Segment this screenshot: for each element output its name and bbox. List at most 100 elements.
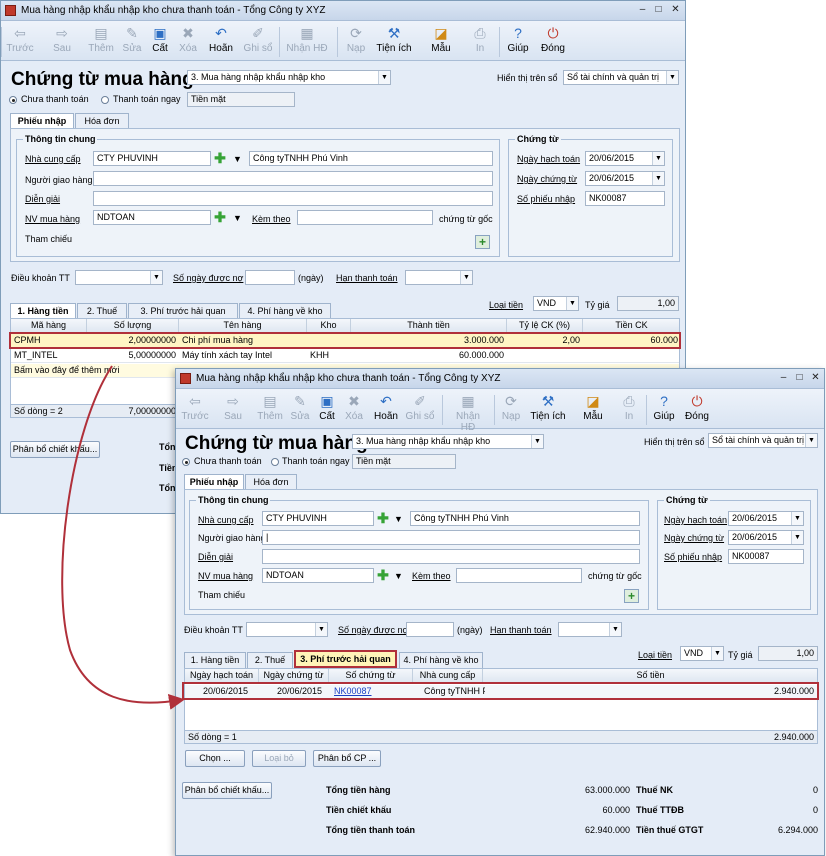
due-date-input[interactable]: ▼: [558, 622, 622, 637]
save-button[interactable]: ▣ Cất: [149, 23, 171, 54]
col-item-name[interactable]: Tên hàng: [179, 319, 307, 333]
save-button[interactable]: ▣ Cất: [316, 391, 338, 422]
tab-goods[interactable]: 1. Hàng tiền: [10, 303, 76, 319]
tab-customs-fee[interactable]: 3. Phí trước hải quan: [128, 303, 238, 319]
rate-input[interactable]: 1,00: [617, 296, 679, 311]
col-discount[interactable]: Tiền CK: [583, 319, 679, 333]
maximize-button[interactable]: □: [653, 4, 664, 15]
add-reference-button[interactable]: +: [624, 589, 639, 603]
supplier-name-input[interactable]: Công tyTNHH Phú Vinh: [249, 151, 493, 166]
help-button[interactable]: ? Giúp: [506, 23, 530, 54]
receive-invoice-button[interactable]: ▦ Nhận HĐ: [285, 23, 329, 54]
col-voucher-no[interactable]: Số chứng từ: [329, 669, 413, 683]
allocate-discount-button[interactable]: Phân bổ chiết khấu...: [182, 782, 272, 799]
accounting-date-input[interactable]: 20/06/2015 ▼: [728, 511, 804, 526]
supplier-code-input[interactable]: CTY PHUVINH: [262, 511, 374, 526]
minimize-button[interactable]: –: [778, 372, 789, 383]
terms-select[interactable]: ▼: [246, 622, 328, 637]
close-window-button[interactable]: ✕: [810, 372, 821, 383]
delete-button[interactable]: ✖ Xóa: [176, 23, 200, 54]
accounting-date-input[interactable]: 20/06/2015 ▼: [585, 151, 665, 166]
edit-button[interactable]: ✎ Sửa: [288, 391, 312, 422]
unpaid-radio[interactable]: [182, 458, 190, 466]
add-reference-button[interactable]: +: [475, 235, 490, 249]
tab-receipt[interactable]: Phiếu nhập: [10, 113, 74, 129]
table-row[interactable]: 20/06/2015 20/06/2015 NK00087 Công tyTNH…: [185, 685, 817, 699]
tab-invoice[interactable]: Hóa đơn: [75, 113, 129, 129]
description-input[interactable]: [93, 191, 493, 206]
voucher-link[interactable]: NK00087: [331, 685, 411, 699]
supplier-name-input[interactable]: Công tyTNHH Phú Vinh: [410, 511, 640, 526]
col-discount-rate[interactable]: Tỷ lệ CK (%): [507, 319, 583, 333]
attach-input[interactable]: [297, 210, 433, 225]
col-item-code[interactable]: Mã hàng: [11, 319, 87, 333]
prev-button[interactable]: ⇦ Trước: [180, 391, 210, 422]
delete-button[interactable]: ✖ Xóa: [342, 391, 366, 422]
utilities-button[interactable]: ⚒ Tiện ích: [530, 391, 566, 422]
receive-invoice-button[interactable]: ▦ Nhận HĐ: [448, 391, 488, 433]
help-button[interactable]: ? Giúp: [652, 391, 676, 422]
voucher-date-input[interactable]: 20/06/2015 ▼: [728, 530, 804, 545]
tab-tax[interactable]: 2. Thuế: [247, 652, 293, 668]
tab-warehouse-fee[interactable]: 4. Phí hàng về kho: [399, 652, 483, 668]
terms-select[interactable]: ▼: [75, 270, 163, 285]
attach-input[interactable]: [456, 568, 582, 583]
chevron-down-icon[interactable]: ▼: [394, 571, 403, 581]
col-accounting-date[interactable]: Ngày hạch toán: [185, 669, 259, 683]
col-quantity[interactable]: Số lượng: [87, 319, 179, 333]
add-staff-icon[interactable]: ✚: [213, 210, 227, 224]
credit-days-input[interactable]: [245, 270, 295, 285]
staff-input[interactable]: NDTOAN: [262, 568, 374, 583]
tab-invoice[interactable]: Hóa đơn: [245, 474, 297, 490]
deliverer-input[interactable]: [93, 171, 493, 186]
choose-button[interactable]: Chọn ...: [185, 750, 245, 767]
col-amount[interactable]: Thành tiền: [351, 319, 507, 333]
utilities-button[interactable]: ⚒ Tiện ích: [376, 23, 412, 54]
add-supplier-icon[interactable]: ✚: [213, 151, 227, 165]
table-row[interactable]: CPMH 2,00000000 Chi phí mua hàng 3.000.0…: [11, 334, 679, 348]
next-button[interactable]: ⇨ Sau: [220, 391, 246, 422]
receipt-no-input[interactable]: NK00087: [585, 191, 665, 206]
paid-radio[interactable]: [271, 458, 279, 466]
receipt-no-input[interactable]: NK00087: [728, 549, 804, 564]
description-input[interactable]: [262, 549, 640, 564]
chevron-down-icon[interactable]: ▼: [394, 514, 403, 524]
col-supplier[interactable]: Nhà cung cấp: [413, 669, 483, 683]
rate-input[interactable]: 1,00: [758, 646, 818, 661]
voucher-type-select[interactable]: 3. Mua hàng nhập khẩu nhập kho ▼: [352, 434, 544, 449]
supplier-code-input[interactable]: CTY PHUVINH: [93, 151, 211, 166]
tab-tax[interactable]: 2. Thuế: [77, 303, 127, 319]
prev-button[interactable]: ⇦ Trước: [5, 23, 35, 54]
table-row[interactable]: MT_INTEL 5,00000000 Máy tính xách tay In…: [11, 349, 679, 363]
staff-input[interactable]: NDTOAN: [93, 210, 211, 225]
add-staff-icon[interactable]: ✚: [376, 568, 390, 582]
edit-button[interactable]: ✎ Sửa: [120, 23, 144, 54]
due-date-input[interactable]: ▼: [405, 270, 473, 285]
close-button[interactable]: ⏻ Đóng: [538, 23, 568, 54]
post-button[interactable]: ✐ Ghi sổ: [241, 23, 275, 54]
currency-select[interactable]: VND ▼: [680, 646, 724, 661]
postpone-button[interactable]: ↶ Hoãn: [206, 23, 236, 54]
load-button[interactable]: ⟳ Nạp: [344, 23, 368, 54]
print-button[interactable]: ⎙ In: [620, 391, 638, 422]
chevron-down-icon[interactable]: ▼: [233, 213, 242, 223]
col-warehouse[interactable]: Kho: [307, 319, 351, 333]
template-button[interactable]: ◪ Mẫu: [582, 391, 604, 422]
add-supplier-icon[interactable]: ✚: [376, 511, 390, 525]
col-fee-amount[interactable]: Số tiền: [483, 669, 817, 683]
voucher-type-select[interactable]: 3. Mua hàng nhập khẩu nhập kho ▼: [187, 70, 391, 85]
close-window-button[interactable]: ✕: [670, 4, 681, 15]
paid-radio[interactable]: [101, 96, 109, 104]
deliverer-input[interactable]: |: [262, 530, 640, 545]
display-select[interactable]: Sổ tài chính và quản trị ▼: [563, 70, 679, 85]
add-button[interactable]: ▤ Thêm: [256, 391, 284, 422]
tab-receipt[interactable]: Phiếu nhập: [184, 474, 244, 490]
maximize-button[interactable]: □: [794, 372, 805, 383]
postpone-button[interactable]: ↶ Hoãn: [371, 391, 401, 422]
next-button[interactable]: ⇨ Sau: [47, 23, 77, 54]
unpaid-radio[interactable]: [9, 96, 17, 104]
chevron-down-icon[interactable]: ▼: [233, 154, 242, 164]
col-voucher-date[interactable]: Ngày chứng từ: [259, 669, 329, 683]
minimize-button[interactable]: –: [637, 4, 648, 15]
display-select[interactable]: Sổ tài chính và quản trị ▼: [708, 433, 818, 448]
